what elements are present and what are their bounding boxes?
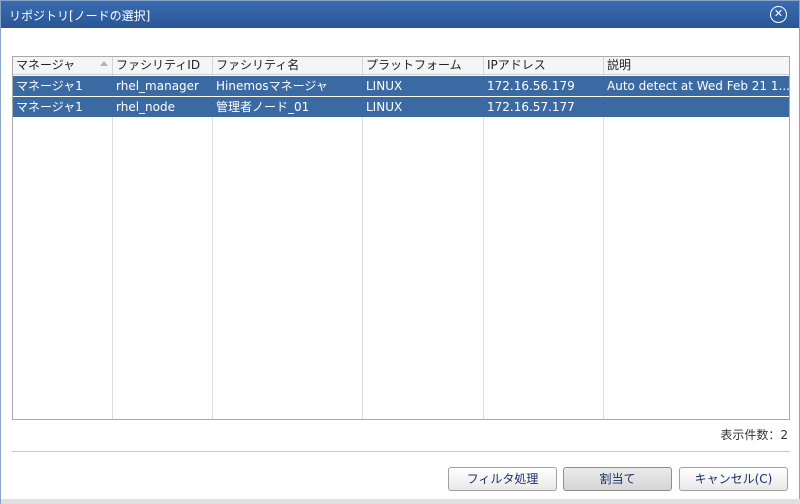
cancel-button[interactable]: キャンセル(C) (679, 467, 788, 491)
dialog-titlebar: リポジトリ[ノードの選択] ✕ (1, 1, 799, 28)
column-header-manager[interactable]: マネージャ (13, 57, 113, 75)
row-count-label: 表示件数：2 (720, 428, 788, 442)
cell-platform: LINUX (366, 79, 403, 93)
filter-button[interactable]: フィルタ処理 (448, 467, 557, 491)
column-divider (112, 75, 113, 419)
column-header-platform[interactable]: プラットフォーム (363, 57, 484, 75)
column-header-facility-name[interactable]: ファシリティ名 (213, 57, 363, 75)
cell-manager: マネージャ1 (16, 79, 83, 93)
table-row[interactable]: マネージャ1 rhel_manager Hinemosマネージャ LINUX 1… (13, 76, 790, 96)
background-strip (1, 499, 800, 504)
cell-facility-id: rhel_node (116, 100, 175, 114)
close-icon[interactable]: ✕ (770, 6, 787, 23)
cell-facility-name: Hinemosマネージャ (216, 79, 328, 93)
column-divider (212, 75, 213, 419)
cell-description: Auto detect at Wed Feb 21 1... (607, 79, 790, 93)
sort-ascending-icon (100, 61, 108, 66)
cell-facility-name: 管理者ノード_01 (216, 100, 310, 114)
cell-description (604, 97, 789, 117)
column-header-label: マネージャ (16, 58, 76, 72)
cell-platform: LINUX (366, 100, 403, 114)
column-header-ip-address[interactable]: IPアドレス (484, 57, 604, 75)
cell-ip-address: 172.16.57.177 (487, 100, 575, 114)
cell-facility-id: rhel_manager (116, 79, 199, 93)
node-select-dialog: リポジトリ[ノードの選択] ✕ マネージャ ファシリティID ファシリティ名 プ… (0, 0, 800, 504)
assign-button[interactable]: 割当て (563, 467, 672, 491)
column-header-facility-id[interactable]: ファシリティID (113, 57, 213, 75)
table-row[interactable]: マネージャ1 rhel_node 管理者ノード_01 LINUX 172.16.… (13, 97, 789, 117)
cell-ip-address: 172.16.56.179 (487, 79, 575, 93)
column-divider (483, 75, 484, 419)
dialog-title: リポジトリ[ノードの選択] (9, 9, 151, 23)
column-divider (603, 75, 604, 419)
table-header: マネージャ ファシリティID ファシリティ名 プラットフォーム IPアドレス 説… (13, 57, 789, 75)
node-table: マネージャ ファシリティID ファシリティ名 プラットフォーム IPアドレス 説… (12, 56, 790, 420)
column-header-description[interactable]: 説明 (604, 57, 789, 75)
column-divider (362, 75, 363, 419)
cell-manager: マネージャ1 (16, 100, 83, 114)
footer-divider (12, 451, 790, 452)
